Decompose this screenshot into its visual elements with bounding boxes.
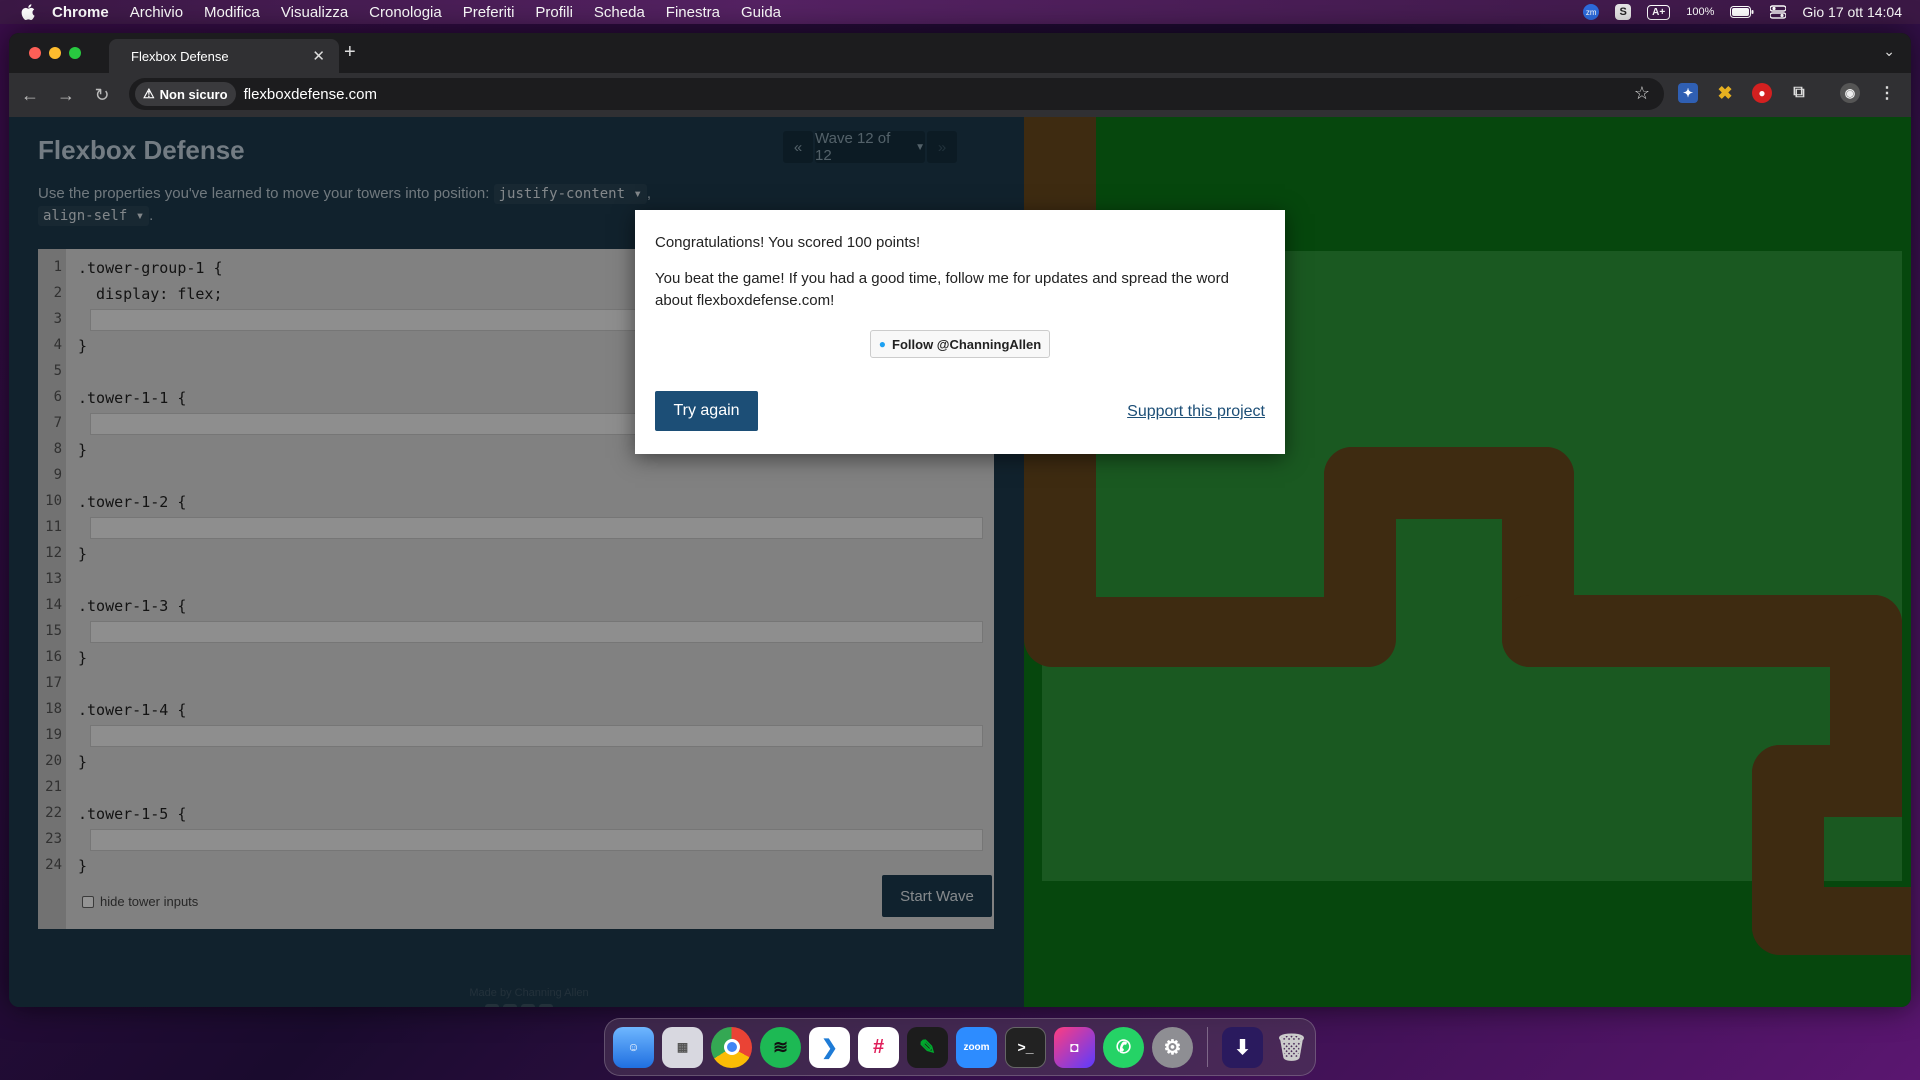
dock-zoom-icon[interactable]: zoom	[956, 1026, 997, 1068]
bookmark-star-icon[interactable]: ☆	[1634, 83, 1650, 104]
menu-finestra[interactable]: Finestra	[666, 4, 720, 21]
menubar-clock[interactable]: Gio 17 ott 14:04	[1802, 4, 1902, 20]
menu-visualizza[interactable]: Visualizza	[281, 4, 348, 21]
extension-blue-icon[interactable]: ✦	[1678, 83, 1698, 103]
dock-evernote-icon[interactable]: ✎	[907, 1026, 948, 1068]
dock-terminal-icon[interactable]: >_	[1005, 1026, 1046, 1068]
chrome-menu-icon[interactable]: ⋮	[1877, 83, 1897, 103]
menu-app-name[interactable]: Chrome	[52, 4, 109, 21]
address-bar[interactable]: ⚠ Non sicuro flexboxdefense.com ☆	[129, 78, 1664, 110]
dock-separator	[1207, 1027, 1208, 1067]
menu-profili[interactable]: Profili	[535, 4, 573, 21]
forward-icon[interactable]: →	[51, 85, 81, 106]
dock-trash-icon[interactable]: 🗑	[1271, 1027, 1312, 1068]
minimize-window-button[interactable]	[49, 47, 61, 59]
zoom-status-icon[interactable]: zm	[1583, 4, 1600, 20]
win-dialog: Congratulations! You scored 100 points! …	[635, 210, 1285, 454]
dock-app-icon[interactable]: ◘	[1054, 1026, 1095, 1068]
security-label: Non sicuro	[159, 86, 228, 102]
profile-avatar-icon[interactable]: ◉	[1840, 83, 1860, 103]
warning-icon: ⚠	[143, 86, 155, 101]
menu-cronologia[interactable]: Cronologia	[369, 4, 442, 21]
maximize-window-button[interactable]	[69, 47, 81, 59]
extension-x-icon[interactable]: ✖	[1715, 83, 1735, 103]
battery-icon[interactable]	[1730, 6, 1754, 18]
browser-toolbar: ← → ↻ ⚠ Non sicuro flexboxdefense.com ☆ …	[9, 73, 1911, 117]
battery-percent: 100%	[1686, 6, 1715, 18]
reload-icon[interactable]: ↻	[87, 85, 117, 106]
menu-preferiti[interactable]: Preferiti	[463, 4, 515, 21]
win-message: You beat the game! If you had a good tim…	[655, 270, 1229, 309]
dock-launchpad-icon[interactable]: ▦	[662, 1026, 703, 1068]
accessibility-badge[interactable]: A+	[1647, 4, 1671, 20]
menu-scheda[interactable]: Scheda	[594, 4, 645, 21]
menu-modifica[interactable]: Modifica	[204, 4, 260, 21]
back-icon[interactable]: ←	[15, 85, 45, 106]
menubar-status: zm S A+ 100% Gio 17 ott 14:04	[1567, 0, 1902, 24]
tab-flexbox-defense[interactable]: Flexbox Defense ✕	[109, 39, 339, 73]
score-message: Congratulations! You scored 100 points!	[655, 234, 921, 251]
tab-close-icon[interactable]: ✕	[312, 47, 325, 65]
dock-vscode-icon[interactable]: ❯	[809, 1026, 850, 1068]
menu-archivio[interactable]: Archivio	[130, 4, 183, 21]
extensions-area: ✦ ✖ ● ⧉ ◉ ⋮	[1678, 83, 1897, 103]
tab-search-icon[interactable]: ⌄	[1883, 43, 1895, 60]
twitter-bird-icon: ●	[878, 337, 887, 351]
page-content: Flexbox Defense « Wave 12 of 12 ▼ » Use …	[9, 117, 1911, 1007]
dock-whatsapp-icon[interactable]: ✆	[1103, 1026, 1144, 1068]
tab-title: Flexbox Defense	[131, 48, 229, 64]
tab-bar: Flexbox Defense ✕ + ⌄	[9, 33, 1911, 73]
menu-guida[interactable]: Guida	[741, 4, 781, 21]
control-center-icon[interactable]	[1770, 5, 1787, 19]
security-chip[interactable]: ⚠ Non sicuro	[135, 82, 236, 106]
support-project-link[interactable]: Support this project	[1127, 403, 1265, 421]
dock-chrome-icon[interactable]	[711, 1026, 752, 1068]
apple-icon[interactable]	[20, 4, 36, 20]
follow-twitter-button[interactable]: ● Follow @ChanningAllen	[870, 330, 1050, 358]
dock-spotify-icon[interactable]: ≋	[760, 1026, 801, 1068]
dock-downloads-icon[interactable]: ⬇	[1222, 1026, 1263, 1068]
browser-window: Flexbox Defense ✕ + ⌄ ← → ↻ ⚠ Non sicuro…	[9, 33, 1911, 1007]
menu-bar: Chrome Archivio Modifica Visualizza Cron…	[0, 0, 1920, 24]
skype-status-icon[interactable]: S	[1615, 4, 1632, 20]
new-tab-icon[interactable]: +	[344, 41, 356, 64]
follow-label: Follow @ChanningAllen	[892, 336, 1042, 352]
close-window-button[interactable]	[29, 47, 41, 59]
dock-finder-icon[interactable]: ☺	[613, 1026, 654, 1068]
extensions-puzzle-icon[interactable]: ⧉	[1789, 83, 1809, 103]
dock-settings-icon[interactable]: ⚙	[1152, 1026, 1193, 1068]
dock: ☺ ▦ ≋ ❯ # ✎ zoom >_ ◘ ✆ ⚙ ⬇ 🗑	[604, 1018, 1316, 1076]
try-again-button[interactable]: Try again	[655, 391, 758, 431]
dock-slack-icon[interactable]: #	[858, 1026, 899, 1068]
extension-red-icon[interactable]: ●	[1752, 83, 1772, 103]
url-text[interactable]: flexboxdefense.com	[244, 86, 377, 103]
window-controls	[29, 47, 81, 59]
